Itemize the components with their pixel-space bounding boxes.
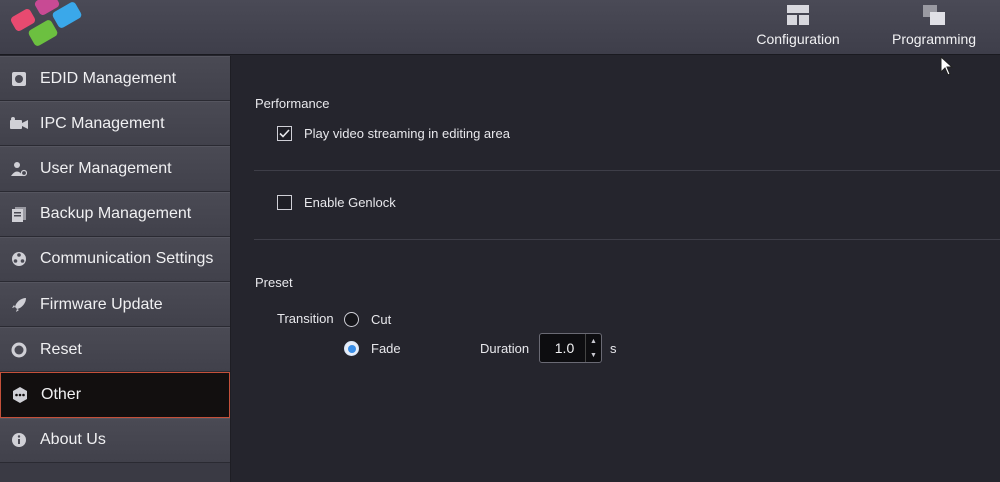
- genlock-checkbox[interactable]: [277, 195, 292, 210]
- configuration-button[interactable]: Configuration: [748, 4, 848, 52]
- user-icon: [10, 160, 28, 178]
- configuration-icon: [787, 5, 809, 25]
- duration-unit: s: [610, 341, 617, 356]
- sidebar-item-communication-settings[interactable]: Communication Settings: [0, 236, 230, 282]
- top-bar: Configuration Programming: [0, 0, 1000, 55]
- play-video-row[interactable]: Play video streaming in editing area: [277, 126, 510, 141]
- stepper-down-icon[interactable]: ▼: [586, 348, 601, 362]
- more-icon: [11, 386, 29, 404]
- sidebar-item-firmware-update[interactable]: Firmware Update: [0, 281, 230, 328]
- backup-icon: [10, 205, 28, 223]
- sidebar-item-ipc-management[interactable]: IPC Management: [0, 101, 230, 147]
- section-divider: [254, 170, 1000, 171]
- genlock-row[interactable]: Enable Genlock: [277, 195, 396, 210]
- mouse-cursor-icon: [940, 56, 954, 76]
- programming-label: Programming: [891, 31, 977, 47]
- sidebar-item-label: IPC Management: [40, 114, 165, 132]
- play-video-label: Play video streaming in editing area: [304, 126, 510, 141]
- sidebar-item-label: Backup Management: [40, 205, 192, 223]
- sidebar-item-edid-management[interactable]: EDID Management: [0, 56, 230, 102]
- network-icon: [10, 250, 28, 268]
- play-video-checkbox[interactable]: [277, 126, 292, 141]
- programming-button[interactable]: Programming: [884, 4, 984, 52]
- app-logo-icon: [10, 0, 82, 46]
- sidebar-item-label: User Management: [40, 159, 172, 177]
- reset-icon: [10, 341, 28, 359]
- sidebar-item-reset[interactable]: Reset: [0, 327, 230, 373]
- sidebar-item-label: About Us: [40, 431, 106, 449]
- sidebar-item-user-management[interactable]: User Management: [0, 146, 230, 192]
- duration-value[interactable]: 1.0: [540, 340, 585, 356]
- checkmark-icon: [279, 129, 290, 138]
- sidebar: EDID Management IPC Management User Mana…: [0, 56, 231, 482]
- sidebar-item-label: Communication Settings: [40, 250, 214, 268]
- transition-label: Transition: [277, 311, 334, 326]
- sidebar-item-label: Other: [41, 385, 82, 403]
- settings-panel: Performance Play video streaming in edit…: [232, 56, 1000, 482]
- fade-label: Fade: [371, 341, 401, 356]
- sidebar-item-backup-management[interactable]: Backup Management: [0, 191, 230, 237]
- sidebar-item-label: Firmware Update: [40, 295, 163, 313]
- info-icon: [10, 431, 28, 449]
- configuration-label: Configuration: [756, 31, 840, 47]
- duration-stepper[interactable]: 1.0 ▲ ▼: [539, 333, 602, 363]
- duration-label: Duration: [480, 341, 530, 356]
- cut-radio[interactable]: [344, 312, 359, 327]
- sidebar-item-other[interactable]: Other: [0, 372, 230, 418]
- edid-icon: [10, 70, 28, 88]
- performance-section-title: Performance: [255, 96, 330, 111]
- fade-radio[interactable]: [344, 341, 359, 356]
- sidebar-item-about-us[interactable]: About Us: [0, 417, 230, 463]
- stepper-arrows: ▲ ▼: [585, 334, 601, 362]
- genlock-label: Enable Genlock: [304, 195, 396, 210]
- sidebar-item-label: EDID Management: [40, 69, 177, 87]
- stepper-up-icon[interactable]: ▲: [586, 334, 601, 348]
- fade-option[interactable]: Fade: [344, 341, 401, 356]
- preset-section-title: Preset: [255, 275, 293, 290]
- cut-label: Cut: [371, 312, 392, 327]
- programming-icon: [923, 5, 945, 25]
- camera-icon: [10, 115, 28, 133]
- rocket-icon: [10, 296, 28, 314]
- section-divider: [254, 239, 1000, 240]
- sidebar-item-label: Reset: [40, 340, 82, 358]
- cut-option[interactable]: Cut: [344, 312, 391, 327]
